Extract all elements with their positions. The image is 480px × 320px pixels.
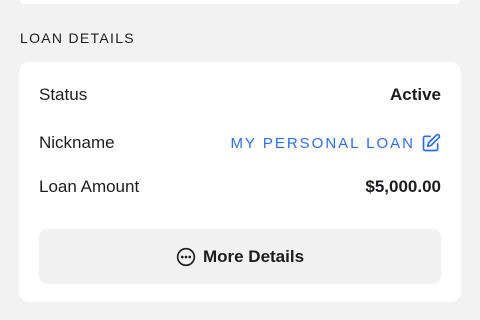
more-details-label: More Details: [202, 246, 305, 266]
loan-amount-label: Loan Amount: [39, 177, 140, 196]
more-details-button[interactable]: More Details: [39, 229, 441, 284]
nickname-value[interactable]: MY PERSONAL LOAN: [230, 135, 415, 152]
status-row: Status Active: [39, 81, 441, 109]
loan-amount-row: Loan Amount $5,000.00: [39, 173, 441, 201]
nickname-label: Nickname: [39, 133, 115, 152]
status-label: Status: [39, 85, 88, 104]
previous-card-edge: [20, 0, 460, 4]
loan-amount-value: $5,000.00: [365, 177, 441, 196]
nickname-row: Nickname MY PERSONAL LOAN: [39, 129, 441, 157]
loan-details-card: Status Active Nickname MY PERSONAL LOAN …: [19, 62, 461, 302]
nickname-edit-link[interactable]: MY PERSONAL LOAN: [230, 133, 441, 153]
status-value: Active: [389, 85, 441, 104]
section-title: LOAN DETAILS: [20, 30, 135, 46]
more-horizontal-icon: [176, 247, 196, 267]
edit-icon[interactable]: [421, 133, 441, 153]
